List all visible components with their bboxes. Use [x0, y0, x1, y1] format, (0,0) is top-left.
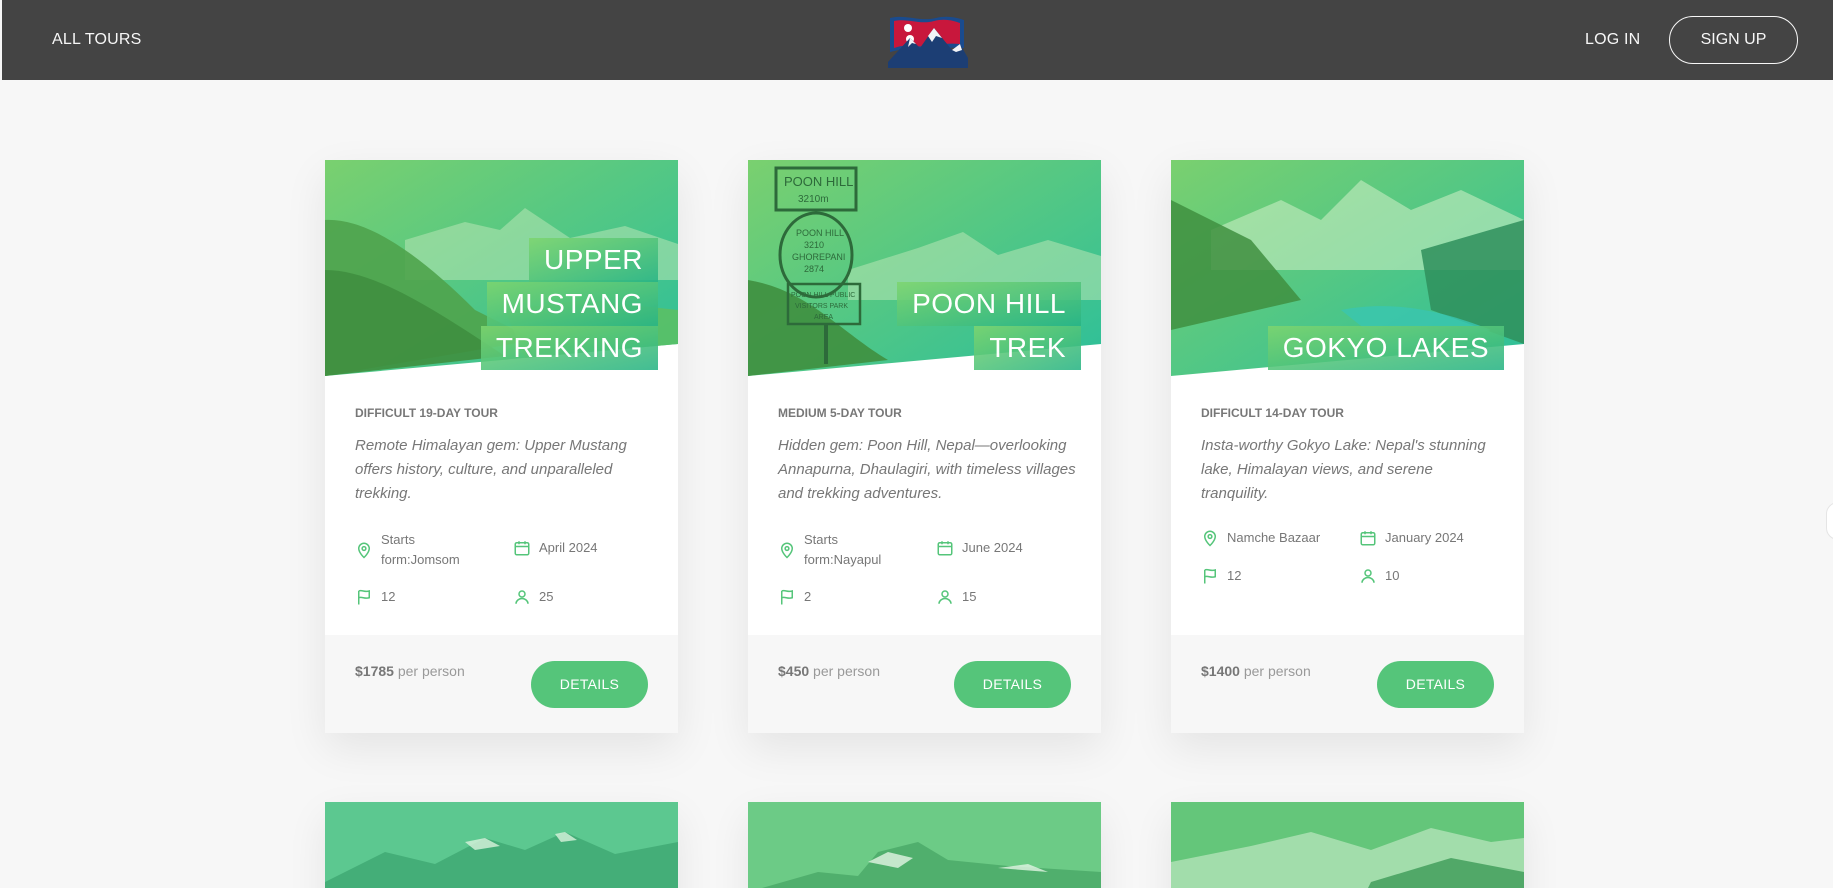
user-icon: [1361, 569, 1375, 583]
tour-card: UPPER MUSTANG TREKKING DIFFICULT 19-DAY …: [325, 160, 678, 733]
price-value: $450: [778, 663, 810, 679]
tour-summary: Insta-worthy Gokyo Lake: Nepal's stunnin…: [1201, 437, 1486, 502]
sign-up-button[interactable]: SIGN UP: [1669, 16, 1798, 64]
card-footer: $1785 per person DETAILS: [325, 635, 678, 733]
tour-title-line: TREK: [974, 326, 1081, 370]
tour-title-line: UPPER: [529, 238, 658, 282]
tour-date: January 2024: [1359, 528, 1464, 548]
log-in-link[interactable]: LOG IN: [1585, 0, 1640, 80]
sign-text: AREA: [814, 314, 833, 321]
tour-location-text: Namche Bazaar: [1227, 530, 1321, 545]
user-icon: [938, 590, 952, 604]
tour-price: $450 per person: [778, 663, 880, 679]
details-button[interactable]: DETAILS: [954, 661, 1071, 708]
sign-text: POON HILL: [796, 228, 844, 238]
tour-location: Starts form:Nayapul: [778, 530, 918, 570]
tour-summary: Hidden gem: Poon Hill, Nepal—overlooking…: [778, 437, 1076, 502]
tour-location-text: Starts form:Jomsom: [381, 532, 460, 567]
tour-image: [748, 802, 1101, 888]
calendar-icon: [937, 541, 953, 556]
tour-title-line: GOKYO LAKES: [1267, 326, 1504, 370]
tour-date: April 2024: [513, 538, 598, 558]
tour-people-text: 25: [539, 589, 554, 604]
tour-date-text: June 2024: [962, 540, 1023, 555]
flag-icon: [358, 589, 370, 605]
tour-people-text: 10: [1385, 568, 1400, 583]
sign-text: POON HILL PUBLIC: [791, 292, 855, 299]
tour-title: GOKYO LAKES: [1267, 326, 1504, 370]
price-unit: per person: [813, 663, 880, 679]
sign-text: POON HILL: [784, 174, 853, 189]
tour-people: 15: [936, 587, 976, 607]
tour-stops: 12: [1201, 566, 1241, 586]
tour-card: [1171, 802, 1524, 888]
nepal-flag-mountain-logo[interactable]: [886, 12, 968, 68]
site-header: ALL TOURS LOG IN SIGN UP: [2, 0, 1833, 80]
card-footer: $1400 per person DETAILS: [1171, 635, 1524, 733]
tour-sub-heading: MEDIUM 5-DAY TOUR: [778, 406, 902, 420]
tour-stops-text: 12: [1227, 568, 1242, 583]
tour-title: UPPER MUSTANG TREKKING: [480, 238, 658, 370]
tour-date-text: April 2024: [539, 540, 598, 555]
sign-text: 3210m: [798, 194, 829, 205]
calendar-icon: [514, 541, 530, 556]
sign-text: 3210: [804, 240, 824, 250]
tour-date: June 2024: [936, 538, 1023, 558]
details-button[interactable]: DETAILS: [531, 661, 648, 708]
tour-image: [1171, 802, 1524, 888]
tour-summary: Remote Himalayan gem: Upper Mustang offe…: [355, 437, 627, 502]
tour-people: 10: [1359, 566, 1399, 586]
tour-location: Starts form:Jomsom: [355, 530, 495, 570]
tour-stops-text: 2: [804, 589, 812, 604]
tour-image: [325, 802, 678, 888]
tour-price: $1400 per person: [1201, 663, 1311, 679]
tour-location: Namche Bazaar: [1201, 528, 1320, 548]
tour-date-text: January 2024: [1385, 530, 1464, 545]
details-button[interactable]: DETAILS: [1377, 661, 1494, 708]
tour-stops: 12: [355, 587, 395, 607]
price-unit: per person: [397, 663, 465, 679]
tour-stops: 2: [778, 587, 811, 607]
tour-stops-text: 12: [381, 589, 396, 604]
price-value: $1785: [355, 663, 394, 679]
flag-icon: [781, 589, 793, 605]
all-tours-link[interactable]: ALL TOURS: [52, 0, 142, 80]
tour-card: [325, 802, 678, 888]
scroll-handle[interactable]: [1826, 502, 1833, 540]
tour-price: $1785 per person: [355, 663, 465, 679]
price-unit: per person: [1243, 663, 1311, 679]
card-footer: $450 per person DETAILS: [748, 635, 1101, 733]
tour-card: POON HILL 3210m POON HILL 3210 GHOREPANI…: [748, 160, 1101, 733]
tour-people: 25: [513, 587, 553, 607]
map-pin-icon: [1203, 530, 1217, 547]
tour-card: [748, 802, 1101, 888]
sign-text: VISITORS PARK: [795, 303, 848, 310]
sign-text: 2874: [804, 264, 824, 274]
tour-title-line: POON HILL: [897, 282, 1081, 326]
tour-title: POON HILL TREK: [897, 282, 1081, 370]
tour-card: GOKYO LAKES DIFFICULT 14-DAY TOUR Insta-…: [1171, 160, 1524, 733]
flag-icon: [1204, 568, 1216, 584]
sign-text: GHOREPANI: [792, 252, 845, 262]
tour-people-text: 15: [962, 589, 977, 604]
calendar-icon: [1360, 531, 1376, 546]
tour-title-line: TREKKING: [480, 326, 658, 370]
tour-sub-heading: DIFFICULT 14-DAY TOUR: [1201, 406, 1344, 420]
tour-title-line: MUSTANG: [486, 282, 658, 326]
tour-sub-heading: DIFFICULT 19-DAY TOUR: [355, 406, 498, 420]
tour-location-text: Starts form:Nayapul: [804, 532, 882, 567]
map-pin-icon: [357, 542, 371, 559]
price-value: $1400: [1201, 663, 1240, 679]
user-icon: [515, 590, 529, 604]
map-pin-icon: [780, 542, 794, 559]
